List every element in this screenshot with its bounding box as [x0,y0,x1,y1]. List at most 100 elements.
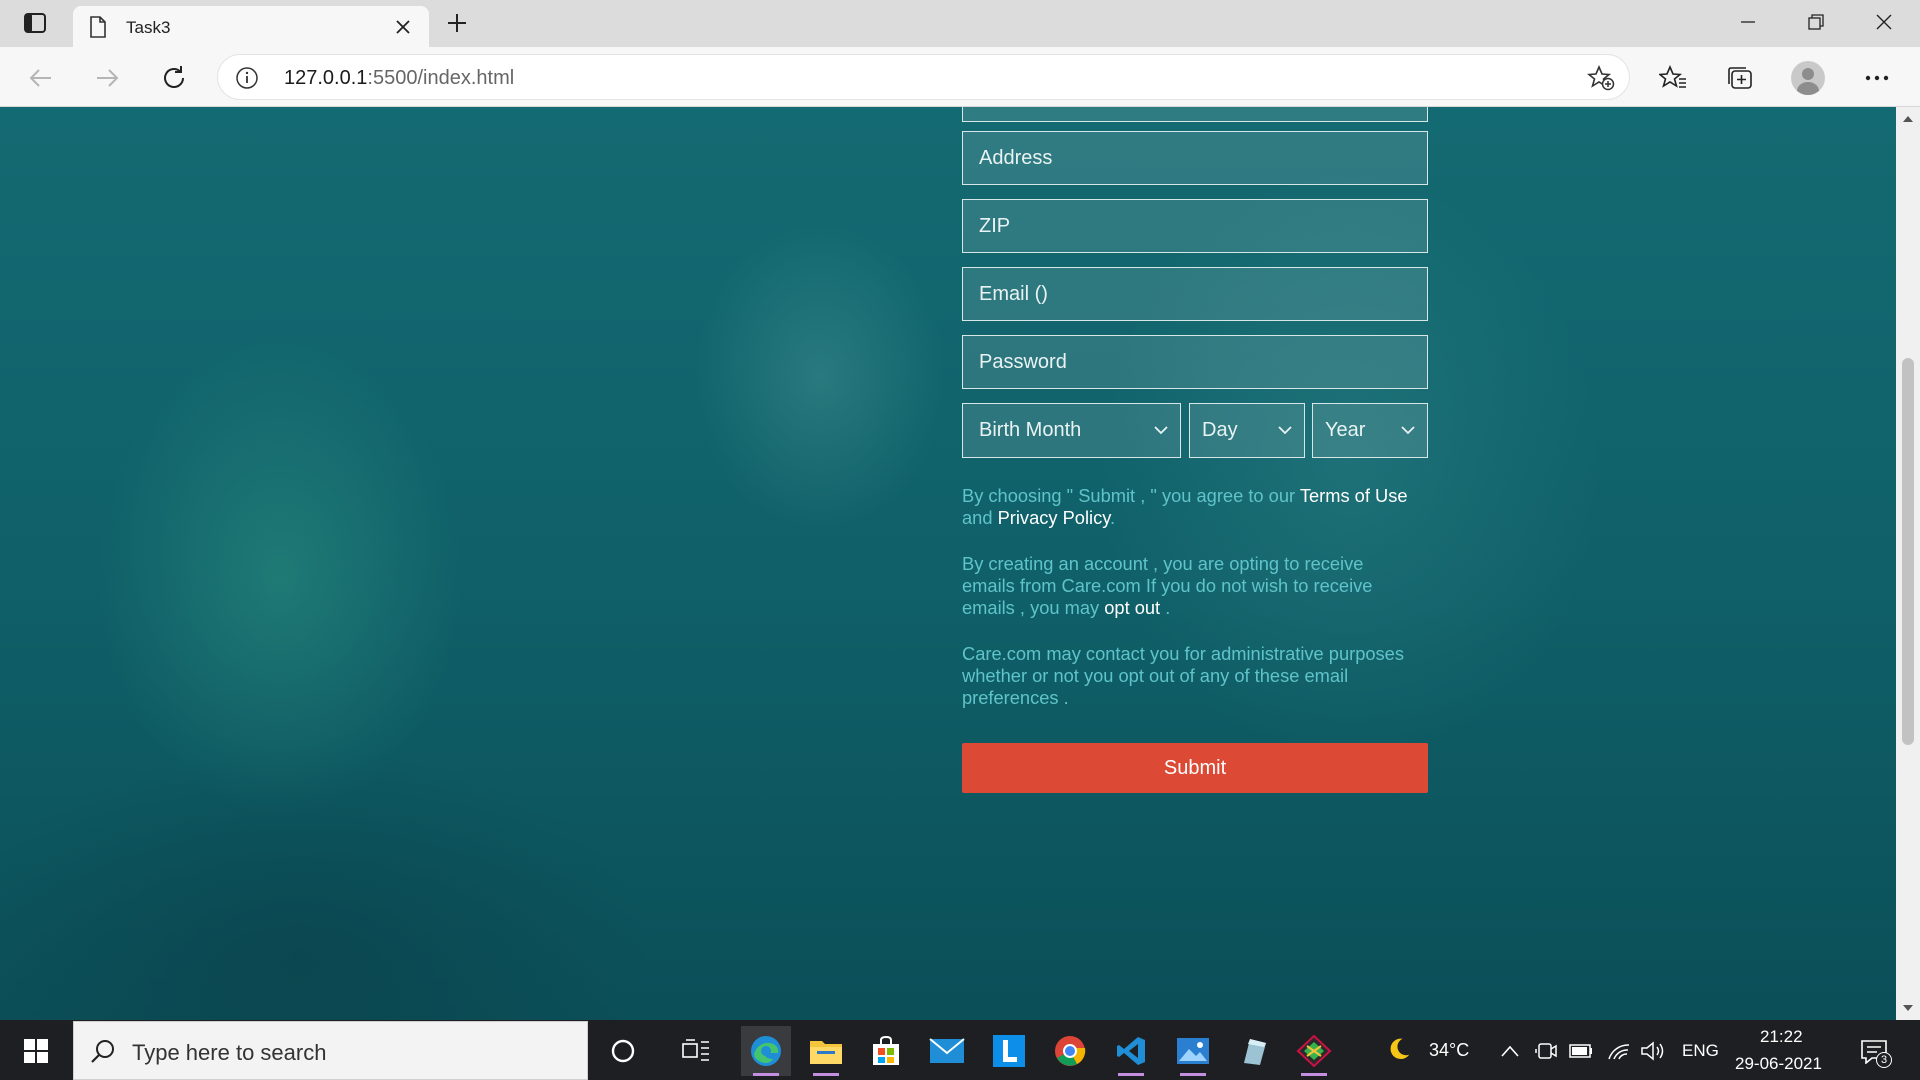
submit-button[interactable]: Submit [962,743,1428,793]
opt-out-link[interactable]: opt out [1104,597,1160,618]
start-button[interactable] [14,1034,58,1068]
birth-month-select[interactable]: Birth Month [962,403,1181,458]
taskbar-file-explorer[interactable] [801,1026,851,1076]
scroll-up-button[interactable] [1902,113,1914,125]
task-view-button[interactable] [671,1026,721,1076]
input-language[interactable]: ENG [1682,1041,1719,1061]
taskbar-paint-app[interactable] [1229,1026,1279,1076]
scrollbar-thumb[interactable] [1902,358,1914,745]
notifications-button[interactable]: 3 [1856,1036,1892,1068]
refresh-button[interactable] [155,59,193,97]
favorites-button[interactable] [1653,59,1693,97]
optin-end: . [1160,597,1171,618]
password-placeholder: Password [979,350,1067,373]
scroll-down-button[interactable] [1902,1002,1914,1014]
wifi-icon[interactable] [1606,1038,1632,1064]
url-text[interactable]: 127.0.0.1:5500/index.html [284,67,514,90]
vscode-icon [1117,1037,1145,1065]
terms-text: By choosing " Submit , " you agree to ou… [962,485,1300,506]
arrow-right-icon [97,69,119,87]
settings-menu-button[interactable] [1857,59,1897,97]
taskbar-edge[interactable] [741,1026,791,1076]
snip-icon [1296,1034,1332,1068]
taskbar-store[interactable] [861,1026,911,1076]
close-window-button[interactable] [1850,0,1918,44]
minimize-icon [1741,21,1755,23]
optin-line-3: emails , you may [962,597,1105,618]
volume-icon[interactable] [1640,1038,1666,1064]
page-content: Address ZIP Email () Password Birth Mont… [0,107,1896,1020]
optin-paragraph: By creating an account , you are opting … [962,553,1428,619]
minimize-button[interactable] [1714,0,1782,44]
close-tab-button[interactable] [391,15,415,39]
birth-day-select[interactable]: Day [1189,403,1305,458]
email-input[interactable]: Email () [962,267,1428,321]
show-hidden-icons-button[interactable] [1497,1038,1523,1064]
taskbar-snip-app[interactable] [1289,1026,1339,1076]
submit-label: Submit [1163,756,1227,779]
clock-time[interactable]: 21:22 [1760,1027,1803,1047]
tab-actions-button[interactable] [15,8,55,38]
birth-day-value: Day [1202,419,1238,441]
more-icon [1865,75,1889,81]
taskbar-photos[interactable] [1168,1026,1218,1076]
new-tab-button[interactable] [440,8,474,38]
address-bar[interactable]: 127.0.0.1:5500/index.html [217,54,1630,100]
add-favorite-icon[interactable] [1586,64,1615,96]
browser-tab[interactable]: Task3 [73,6,429,47]
windows-taskbar: Type here to search 34°C ENG 21:22 29-06… [0,1020,1920,1080]
profile-button[interactable] [1788,59,1828,97]
clock-date[interactable]: 29-06-2021 [1735,1054,1822,1074]
taskbar-chrome[interactable] [1045,1026,1095,1076]
arrow-left-icon [29,69,51,87]
cortana-button[interactable] [598,1026,648,1076]
forward-button[interactable] [88,59,126,97]
password-input[interactable]: Password [962,335,1428,389]
info-icon[interactable] [236,67,258,94]
taskbar-search-box[interactable]: Type here to search [73,1021,588,1080]
optin-line-1: By creating an account , you are opting … [962,553,1364,574]
restore-button[interactable] [1782,0,1850,44]
birth-year-select[interactable]: Year [1312,403,1428,458]
cortana-icon [611,1039,635,1063]
plus-icon [448,14,466,32]
birth-year-value: Year [1325,419,1366,441]
taskbar-l-app[interactable] [984,1026,1034,1076]
meet-now-icon[interactable] [1533,1038,1559,1064]
collections-button[interactable] [1720,59,1760,97]
triangle-up-icon [1903,116,1913,122]
back-button[interactable] [22,59,60,97]
windows-logo-icon [24,1039,48,1063]
favorites-icon [1659,65,1686,88]
optin-line-2: emails from Care.com If you do not wish … [962,575,1373,596]
zip-input[interactable]: ZIP [962,199,1428,253]
terms-paragraph: By choosing " Submit , " you agree to ou… [962,485,1428,529]
taskbar-mail[interactable] [922,1026,972,1076]
weather-temperature[interactable]: 34°C [1429,1040,1469,1061]
chrome-icon [1055,1036,1086,1066]
browser-toolbar: 127.0.0.1:5500/index.html [0,47,1920,107]
address-placeholder: Address [979,146,1053,169]
avatar [1791,61,1825,95]
triangle-down-icon [1903,1005,1913,1011]
terms-of-use-link[interactable]: Terms of Use [1300,485,1408,506]
running-indicator [1301,1073,1327,1076]
browser-tab-bar: Task3 [0,0,1920,47]
chevron-up-icon [1501,1045,1519,1057]
close-icon [396,20,410,34]
page-scrollbar[interactable] [1896,107,1920,1020]
task-view-icon [682,1039,709,1061]
privacy-policy-link[interactable]: Privacy Policy [998,507,1110,528]
active-indicator [753,1073,779,1076]
address-input[interactable]: Address [962,131,1428,185]
taskbar-vscode[interactable] [1106,1026,1156,1076]
previous-input-field[interactable] [962,107,1428,122]
zip-placeholder: ZIP [979,214,1011,237]
battery-icon[interactable] [1568,1038,1594,1064]
admin-line-1: Care.com may contact you for administrat… [962,643,1404,664]
url-path: :5500/index.html [367,67,515,89]
paint-icon [1244,1039,1266,1065]
weather-icon[interactable] [1386,1036,1412,1062]
folder-icon [810,1041,842,1064]
admin-paragraph: Care.com may contact you for administrat… [962,643,1428,709]
